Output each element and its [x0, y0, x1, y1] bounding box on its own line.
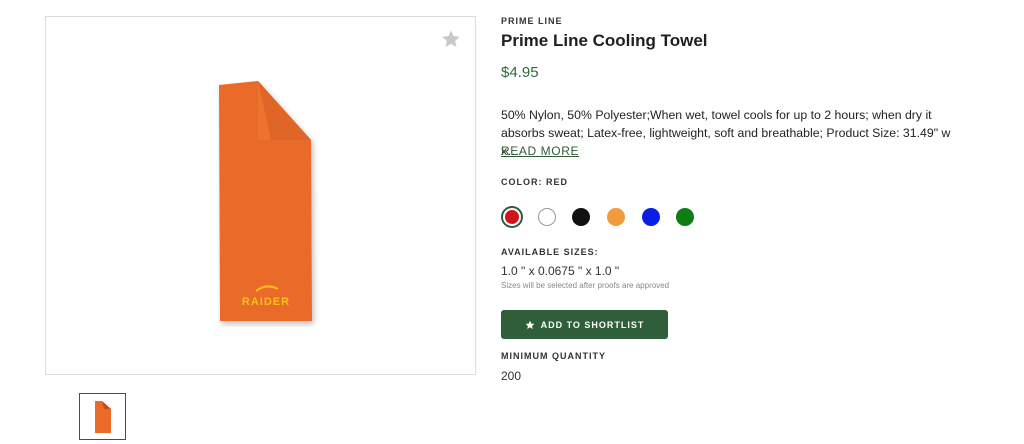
swatch-white[interactable] — [538, 208, 556, 226]
product-title: Prime Line Cooling Towel — [501, 31, 708, 50]
size-value: 1.0 " x 0.0675 " x 1.0 " — [501, 264, 620, 278]
product-image-panel: RAIDER — [45, 16, 476, 375]
star-icon — [525, 320, 534, 329]
swatch-orange[interactable] — [607, 208, 625, 226]
available-sizes-label: AVAILABLE SIZES: — [501, 247, 599, 257]
star-icon[interactable] — [441, 29, 461, 49]
product-price: $4.95 — [501, 64, 539, 81]
swatch-blue[interactable] — [642, 208, 660, 226]
swatch-red[interactable] — [501, 206, 523, 228]
add-to-shortlist-label: ADD TO SHORTLIST — [540, 319, 645, 330]
add-to-shortlist-button[interactable]: ADD TO SHORTLIST — [501, 310, 668, 339]
product-brand: PRIME LINE — [501, 16, 563, 26]
product-image: RAIDER — [216, 77, 326, 327]
thumbnail-image[interactable] — [79, 393, 126, 440]
color-label: COLOR: RED — [501, 177, 568, 187]
minimum-quantity-label: MINIMUM QUANTITY — [501, 351, 606, 361]
read-more-link[interactable]: READ MORE — [501, 144, 579, 158]
swatch-green[interactable] — [676, 208, 694, 226]
size-note: Sizes will be selected after proofs are … — [501, 281, 670, 290]
minimum-quantity-value: 200 — [501, 369, 522, 383]
towel-logo-text: RAIDER — [242, 296, 290, 308]
swatch-black[interactable] — [572, 208, 590, 226]
